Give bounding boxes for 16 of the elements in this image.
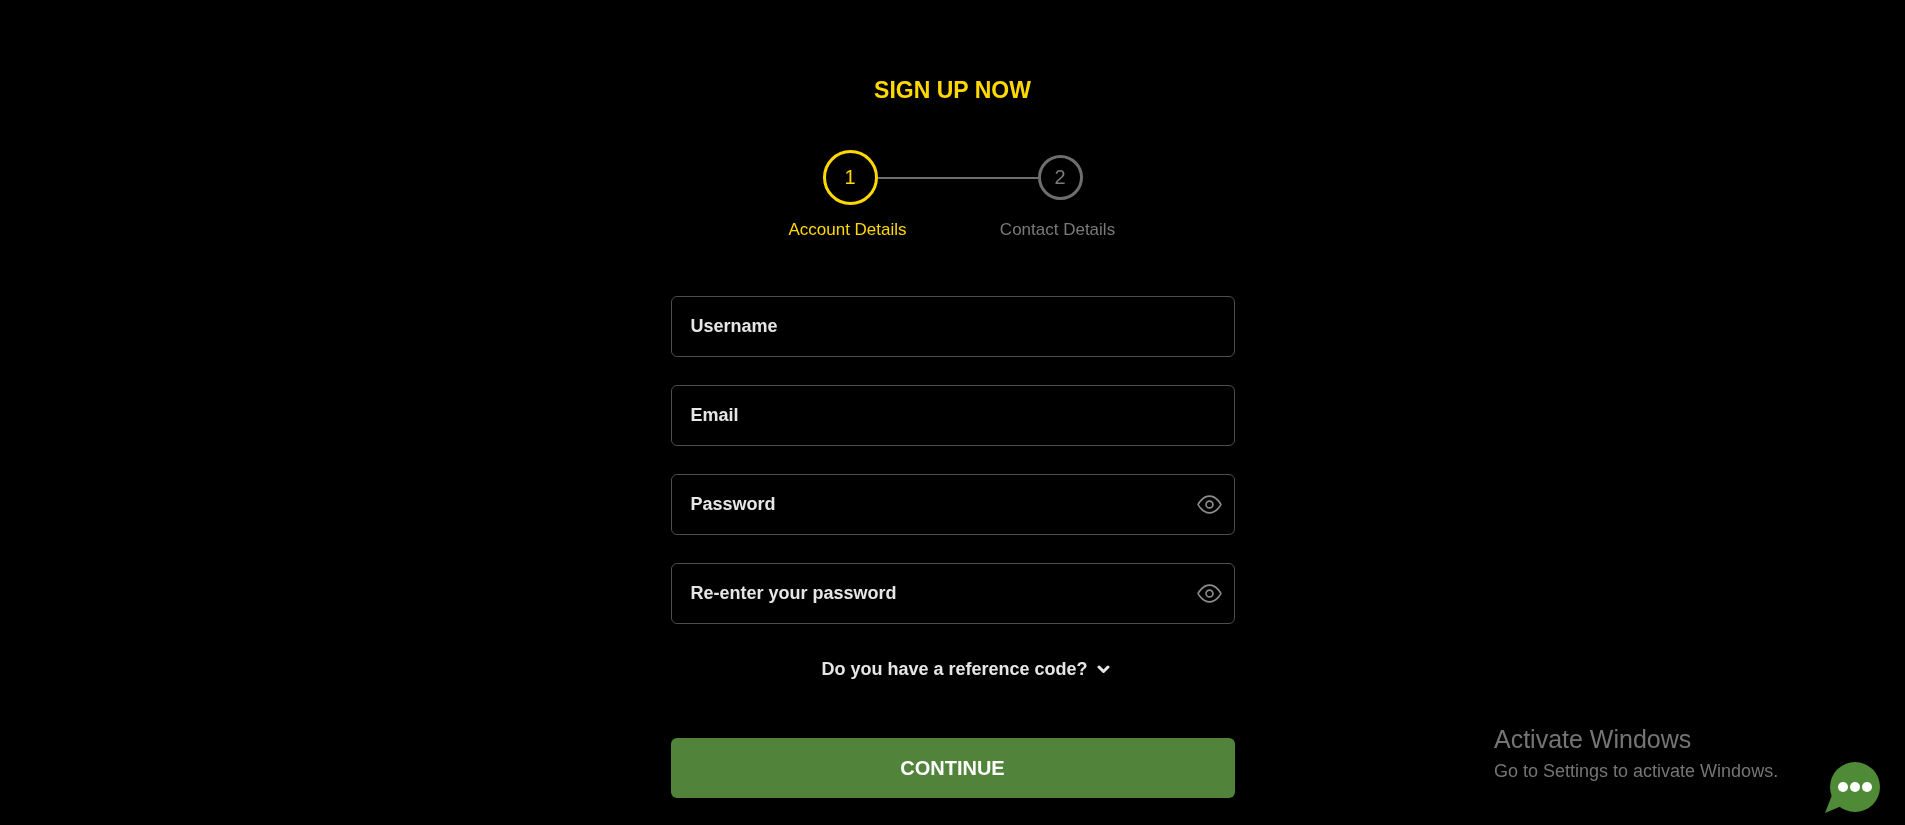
page-title: SIGN UP NOW [874,77,1031,103]
step-label: Contact Details [999,220,1116,240]
notice-title: Activate Windows [1494,724,1693,754]
reference-code-toggle[interactable]: Do you have a reference code? [821,658,1110,680]
chat-bubble-icon[interactable] [1823,762,1881,814]
text-field[interactable]: Email [670,385,1235,446]
step-number: 1 [822,150,878,205]
password-field[interactable]: Password [670,474,1235,535]
eye-icon[interactable] [1196,495,1222,514]
text-field[interactable]: Username [670,296,1235,357]
notice-message: Go to Settings to activate Windows. [1494,760,1779,782]
password-field[interactable]: Re-enter your password [670,563,1235,624]
step-label: Account Details [788,220,907,240]
eye-icon[interactable] [1196,584,1222,603]
continue-button[interactable]: CONTINUE [670,738,1235,798]
step-number: 2 [1037,155,1083,200]
